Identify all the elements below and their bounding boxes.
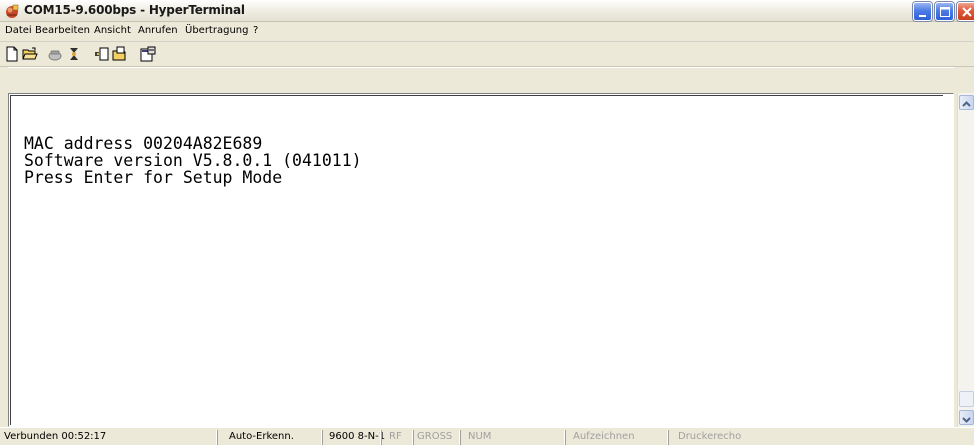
menu-uebertragung[interactable]: Übertragung: [185, 25, 248, 36]
status-num-lock: NUM: [459, 430, 564, 445]
minimize-icon: [919, 15, 926, 17]
menu-help[interactable]: ?: [253, 25, 258, 36]
status-connection-time: Verbunden 00:52:17: [4, 431, 107, 442]
scroll-down-button[interactable]: [959, 410, 974, 425]
vertical-scrollbar[interactable]: [957, 93, 974, 427]
menu-anrufen[interactable]: Anrufen: [138, 25, 178, 36]
scroll-up-button[interactable]: [959, 95, 974, 110]
maximize-icon: [940, 7, 950, 17]
connect-phone-icon[interactable]: [47, 46, 63, 62]
scroll-thumb[interactable]: [959, 391, 974, 407]
properties-icon[interactable]: [140, 46, 156, 62]
status-scroll-lock: RF: [380, 430, 412, 445]
status-print-echo: Druckerecho: [667, 430, 974, 445]
menu-ansicht[interactable]: Ansicht: [94, 25, 131, 36]
menu-bearbeiten[interactable]: Bearbeiten: [35, 25, 90, 36]
maximize-button[interactable]: [935, 2, 954, 21]
hyperterminal-window: COM15-9.600bps - HyperTerminal Datei Bea…: [0, 0, 974, 445]
minimize-button[interactable]: [913, 2, 932, 21]
disconnect-icon[interactable]: [66, 46, 82, 62]
terminal-screen[interactable]: MAC address 00204A82E689 Software versio…: [10, 95, 943, 425]
title-bar[interactable]: COM15-9.600bps - HyperTerminal: [0, 0, 974, 22]
arrow-down-icon: [962, 417, 971, 423]
close-icon: [962, 7, 972, 17]
terminal-line-prompt: Press Enter for Setup Mode: [24, 168, 283, 188]
arrow-up-icon: [962, 101, 971, 107]
window-title: COM15-9.600bps - HyperTerminal: [24, 3, 245, 17]
toolbar: [0, 42, 974, 67]
menu-bar: Datei Bearbeiten Ansicht Anrufen Übertra…: [0, 22, 974, 42]
new-file-icon[interactable]: [4, 46, 20, 62]
status-caps-lock: GROSS: [412, 430, 459, 445]
status-auto-detect: Auto-Erkenn.: [216, 430, 321, 445]
close-button[interactable]: [957, 2, 974, 21]
status-capture: Aufzeichnen: [564, 430, 667, 445]
status-bar: Verbunden 00:52:17 Auto-Erkenn. 9600 8-N…: [0, 427, 974, 445]
terminal-top-margin: [8, 67, 954, 93]
menu-datei[interactable]: Datei: [5, 25, 32, 36]
status-port-settings: 9600 8-N-1: [321, 430, 385, 445]
hyperterminal-app-icon[interactable]: [4, 3, 20, 19]
receive-file-icon[interactable]: [112, 46, 128, 62]
send-file-icon[interactable]: [94, 46, 110, 62]
open-folder-icon[interactable]: [22, 46, 38, 62]
